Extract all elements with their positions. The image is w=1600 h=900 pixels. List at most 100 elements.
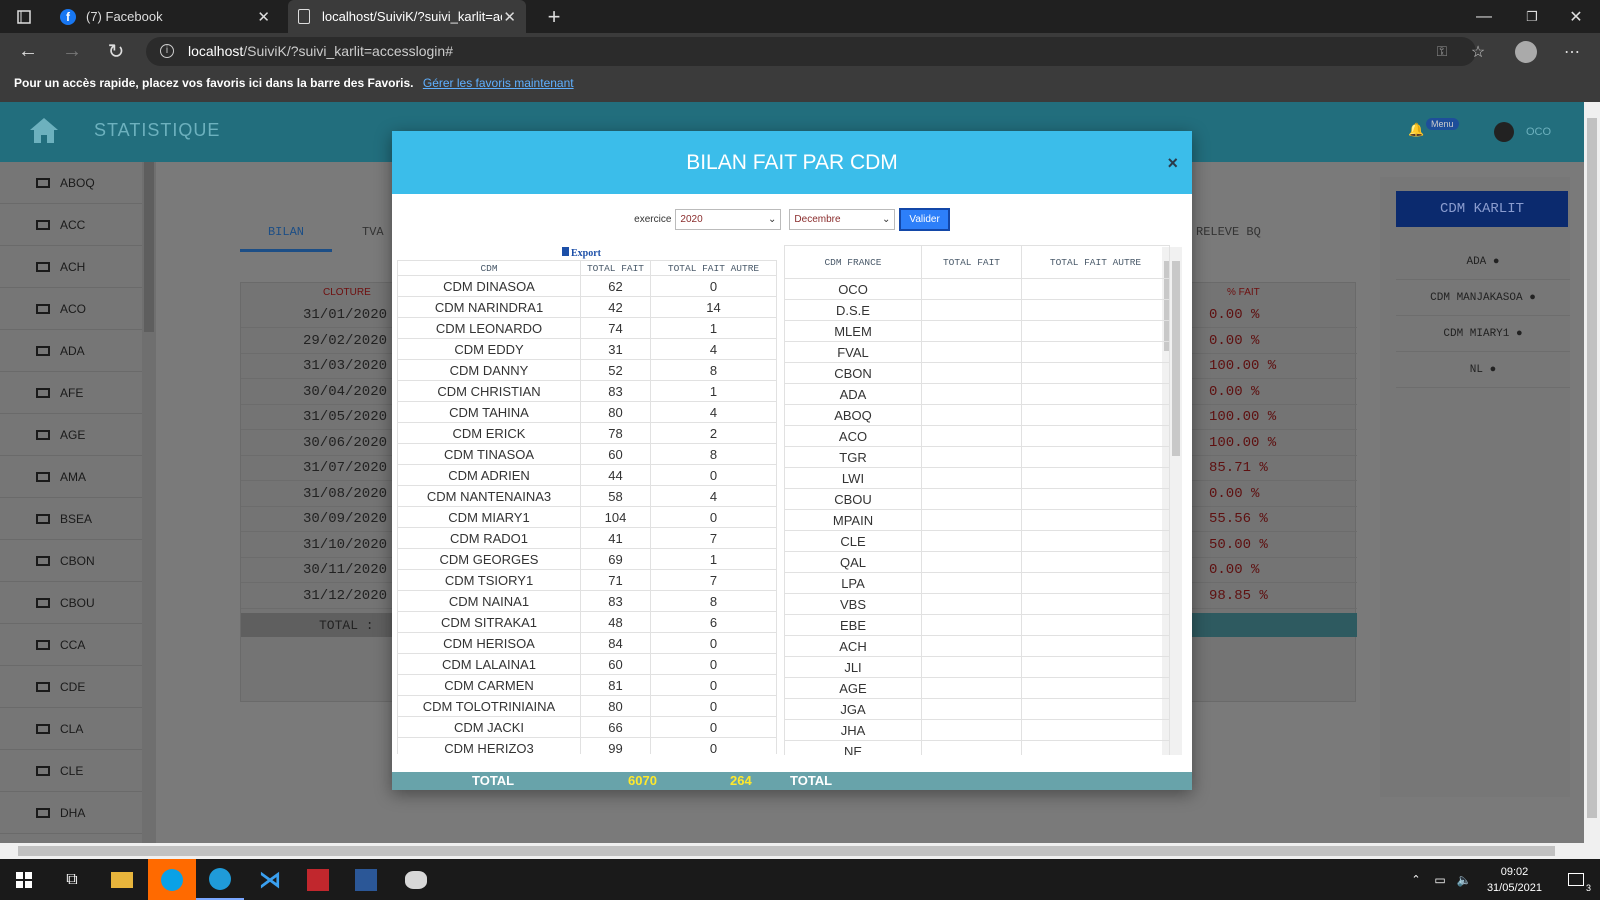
network-icon[interactable]: ▭ [1428, 859, 1452, 900]
sidebar-item-aboq[interactable]: ABOQ [0, 162, 142, 204]
volume-icon[interactable]: 🔈 [1452, 859, 1476, 900]
sidebar-item-cle[interactable]: CLE [0, 750, 142, 792]
right-table-scrollbar[interactable] [1170, 247, 1182, 755]
sidebar-item-ach[interactable]: ACH [0, 246, 142, 288]
table-cell: 78 [580, 422, 651, 444]
col-total-fait: TOTAL FAIT [921, 245, 1022, 279]
table-cell [1021, 719, 1170, 741]
month-select[interactable]: Decembre ⌄ [789, 208, 896, 230]
sidebar-item-label: CCA [60, 637, 86, 652]
tab-facebook[interactable]: f (7) Facebook ✕ [50, 0, 280, 33]
vscode-icon[interactable]: ⋊ [246, 859, 294, 900]
clock[interactable]: 09:02 31/05/2021 [1487, 864, 1542, 896]
export-link[interactable]: Export [562, 247, 601, 259]
app-icon[interactable] [392, 859, 440, 900]
skype-icon[interactable] [148, 859, 196, 900]
sidebar-item-acc[interactable]: ACC [0, 204, 142, 246]
right-item[interactable]: CDM MANJAKASOA ● [1396, 280, 1570, 316]
sidebar-item-age[interactable]: AGE [0, 414, 142, 456]
back-icon[interactable]: ← [4, 33, 52, 70]
task-view-icon[interactable]: ⧉ [48, 859, 96, 900]
right-item[interactable]: ADA ● [1396, 244, 1570, 280]
sidebar-scrollbar[interactable] [142, 162, 156, 843]
pct-fait: 55.56 % [1209, 511, 1268, 527]
minimize-icon[interactable]: — [1460, 0, 1508, 33]
tab-actions-icon[interactable] [0, 0, 48, 33]
close-window-icon[interactable]: ✕ [1552, 0, 1600, 33]
table-cell: JHA [784, 719, 922, 741]
table-cell: 60 [580, 653, 651, 675]
sidebar-item-ada[interactable]: ADA [0, 330, 142, 372]
table-row: D.S.E [784, 299, 1170, 321]
table-row: CDM LALAINA1 60 0 [397, 653, 777, 675]
table-cell: 0 [650, 506, 777, 528]
close-tab-icon[interactable]: ✕ [257, 8, 270, 26]
table-cell [921, 425, 1022, 447]
table-row: CDM LEONARDO 74 1 [397, 317, 777, 339]
right-item[interactable]: CDM MIARY1 ● [1396, 316, 1570, 352]
notification-icon[interactable]: 3 [1552, 859, 1600, 900]
sidebar-item-dha[interactable]: DHA [0, 792, 142, 834]
new-tab-icon[interactable]: + [530, 0, 578, 33]
file-explorer-icon[interactable] [98, 859, 146, 900]
manage-favorites-link[interactable]: Gérer les favoris maintenant [423, 76, 574, 90]
year-select[interactable]: 2020 ⌄ [675, 208, 782, 230]
tab-releve-bq[interactable]: RELEVE BQ [1196, 212, 1261, 252]
id-card-icon [36, 261, 50, 272]
time: 09:02 [1500, 866, 1529, 878]
sidebar-item-ama[interactable]: AMA [0, 456, 142, 498]
id-card-icon [36, 765, 50, 776]
table-row: ABOQ [784, 404, 1170, 426]
user-avatar[interactable] [1494, 122, 1514, 142]
table-cell: CDM TINASOA [397, 443, 581, 465]
word-icon[interactable] [342, 859, 390, 900]
table-cell [921, 341, 1022, 363]
table-cell [921, 446, 1022, 468]
pct-fait: 100.00 % [1209, 434, 1277, 451]
more-menu-icon[interactable]: ⋯ [1548, 33, 1596, 70]
home-icon[interactable] [28, 116, 60, 144]
sidebar-item-cca[interactable]: CCA [0, 624, 142, 666]
restore-icon[interactable]: ❐ [1508, 0, 1556, 33]
sidebar-item-label: ACC [60, 217, 86, 232]
table-cell: 8 [650, 359, 777, 381]
favorites-star-icon[interactable]: ☆ [1454, 33, 1502, 70]
page-vertical-scrollbar[interactable] [1584, 102, 1600, 843]
url-field[interactable]: i localhost/SuiviK/?suivi_karlit=accessl… [146, 37, 1476, 66]
pct-fait: 85.71 % [1209, 460, 1268, 476]
info-icon[interactable]: i [160, 44, 174, 58]
sidebar-item-bsea[interactable]: BSEA [0, 498, 142, 540]
sidebar-item-cbou[interactable]: CBOU [0, 582, 142, 624]
table-cell [1021, 341, 1170, 363]
page-horizontal-scrollbar[interactable] [0, 843, 1600, 859]
tab-bilan[interactable]: BILAN [240, 212, 332, 252]
id-card-icon [36, 429, 50, 440]
close-tab-icon[interactable]: ✕ [503, 8, 516, 26]
table-row: CDM DANNY 52 8 [397, 359, 777, 381]
menu-badge[interactable]: Menu [1426, 118, 1459, 130]
tab-localhost[interactable]: localhost/SuiviK/?suivi_karlit=acc ✕ [288, 0, 526, 33]
forward-icon[interactable]: → [48, 33, 96, 70]
sidebar-item-cde[interactable]: CDE [0, 666, 142, 708]
validate-button[interactable]: Valider [899, 207, 950, 231]
filezilla-icon[interactable] [294, 859, 342, 900]
sidebar-item-afe[interactable]: AFE [0, 372, 142, 414]
close-icon[interactable]: × [1167, 153, 1178, 174]
sidebar-item-label: ACO [60, 301, 87, 316]
table-cell: 83 [580, 380, 651, 402]
refresh-icon[interactable]: ↻ [92, 33, 140, 70]
sidebar-item-cla[interactable]: CLA [0, 708, 142, 750]
profile-avatar[interactable] [1502, 33, 1550, 70]
windows-start-icon[interactable] [0, 859, 48, 900]
bell-icon[interactable]: 🔔 [1408, 122, 1424, 138]
right-item[interactable]: NL ● [1396, 352, 1570, 388]
table-cell: 84 [580, 632, 651, 654]
tray-up-icon[interactable]: ⌃ [1406, 859, 1426, 900]
sidebar-item-aco[interactable]: ACO [0, 288, 142, 330]
table-cell: 99 [580, 737, 651, 754]
tab-tva[interactable]: TVA [362, 212, 384, 252]
cdm-table: CDM TOTAL FAIT TOTAL FAIT AUTRE CDM DINA… [397, 260, 777, 754]
pct-fait: 100.00 % [1209, 409, 1277, 425]
edge-icon[interactable] [196, 859, 244, 900]
sidebar-item-cbon[interactable]: CBON [0, 540, 142, 582]
